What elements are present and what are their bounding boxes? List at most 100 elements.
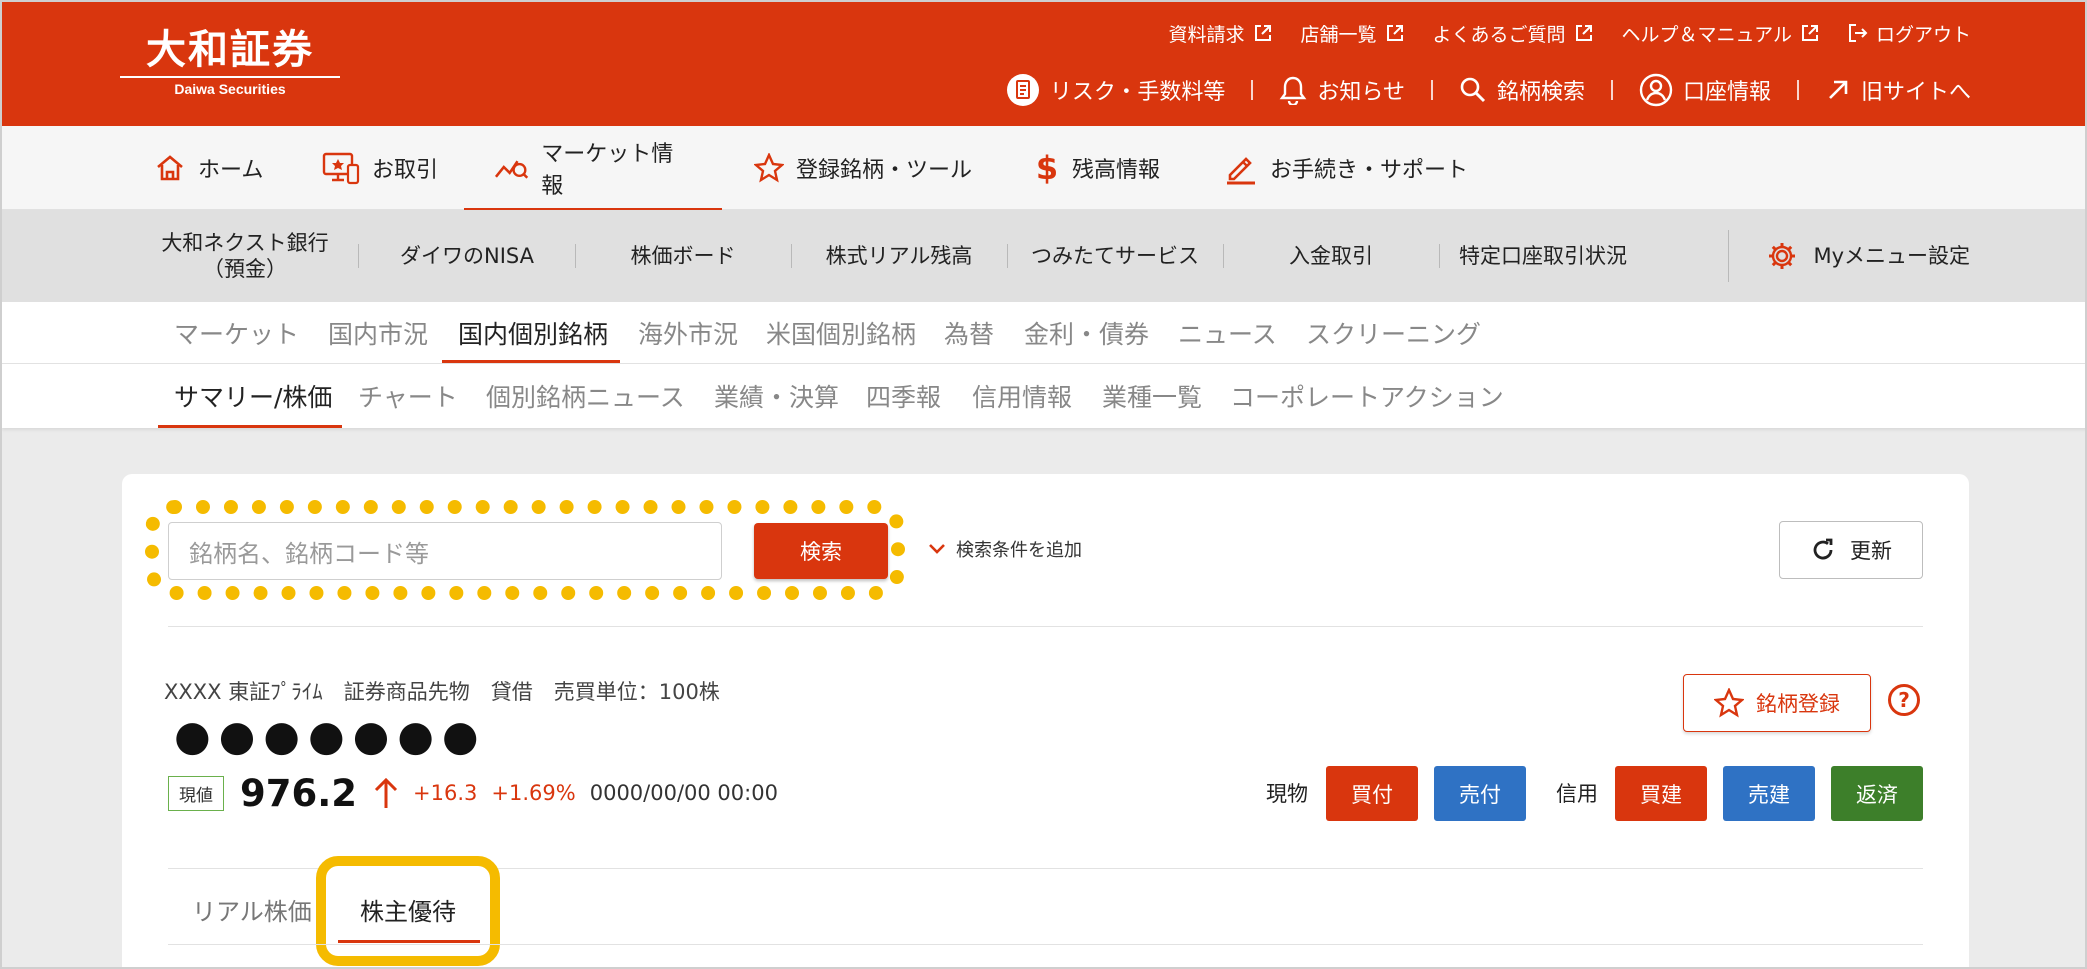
qmenu-daiwa-nisa[interactable]: ダイワのNISA (360, 210, 574, 302)
tab-label: 海外市況 (638, 319, 739, 349)
cash-sell-button[interactable]: 売付 (1434, 766, 1526, 821)
my-menu-settings[interactable]: Myメニュー設定 (1758, 210, 1970, 302)
active-tab-underline (158, 425, 342, 428)
link-old-site[interactable]: 旧サイトへ (1825, 74, 1971, 106)
star-icon (1714, 688, 1744, 718)
tab-shikiho[interactable]: 四季報 (866, 364, 941, 428)
tab-label: チャート (358, 383, 458, 412)
qmenu-stock-board[interactable]: 株価ボード (576, 210, 790, 302)
tab-label: リアル株価 (192, 897, 312, 926)
tab-label: 業績・決算 (714, 383, 840, 412)
tab-rates-bonds[interactable]: 金利・債券 (1024, 302, 1149, 363)
tab-label: 株主優待 (360, 897, 456, 926)
tab-label: コーポレートアクション (1230, 383, 1504, 412)
repay-button[interactable]: 返済 (1831, 766, 1923, 821)
qmenu-specified-account-status[interactable]: 特定口座取引状況 (1440, 210, 1646, 302)
link-label: 資料請求 (1168, 23, 1245, 46)
bell-icon (1279, 76, 1307, 105)
tab-market[interactable]: マーケット (174, 302, 299, 363)
refresh-button[interactable]: 更新 (1779, 521, 1923, 579)
tab-domestic-stocks[interactable]: 国内個別銘柄 (458, 302, 608, 363)
margin-trade-label: 信用 (1556, 782, 1598, 806)
qmenu-deposit-trade[interactable]: 入金取引 (1224, 210, 1438, 302)
nav-registered-tools[interactable]: 登録銘柄・ツール (754, 126, 972, 210)
tab-us-stocks[interactable]: 米国個別銘柄 (766, 302, 916, 363)
star-icon (754, 153, 784, 183)
link-stock-search[interactable]: 銘柄検索 (1459, 74, 1585, 106)
qmenu-label: つみたてサービス (1031, 244, 1199, 268)
active-tab-underline (338, 940, 480, 943)
link-document-request[interactable]: 資料請求 (1169, 20, 1273, 47)
help-icon[interactable]: ? (1888, 684, 1920, 716)
tab-summary-price[interactable]: サマリー/株価 (174, 364, 332, 428)
link-faq[interactable]: よくあるご質問 (1433, 20, 1594, 47)
nav-label: お取引 (372, 158, 439, 183)
nav-home[interactable]: ホーム (154, 126, 263, 210)
register-stock-button[interactable]: 銘柄登録 (1683, 674, 1871, 732)
tab-domestic-market[interactable]: 国内市況 (328, 302, 428, 363)
pencil-icon (1227, 157, 1255, 185)
tab-industry-list[interactable]: 業種一覧 (1102, 364, 1202, 428)
external-link-icon (1386, 25, 1403, 41)
active-tab-underline (442, 360, 620, 363)
tab-shareholder-benefits[interactable]: 株主優待 (360, 878, 456, 940)
nav-market-info[interactable]: マーケット情報 (464, 126, 722, 211)
tab-label: 個別銘柄ニュース (486, 383, 685, 412)
margin-buy-button[interactable]: 買建 (1615, 766, 1707, 821)
link-label: 店舗一覧 (1300, 23, 1377, 46)
qmenu-label: ダイワのNISA (400, 244, 534, 268)
search-button[interactable]: 検索 (754, 523, 888, 579)
nav-balance[interactable]: $ 残高情報 (1034, 126, 1160, 210)
nav-label: ホーム (198, 158, 264, 183)
link-label: ログアウト (1875, 23, 1971, 46)
qmenu-daiwa-next-bank[interactable]: 大和ネクスト銀行 （預金） (142, 210, 348, 302)
link-account-info[interactable]: 口座情報 (1639, 73, 1771, 107)
link-help-manual[interactable]: ヘルプ＆マニュアル (1622, 20, 1820, 47)
tab-overseas-market[interactable]: 海外市況 (638, 302, 738, 363)
link-label: よくあるご質問 (1432, 23, 1566, 46)
cash-buy-button[interactable]: 買付 (1326, 766, 1418, 821)
daiwa-logo[interactable]: 大和証券 Daiwa Securities (120, 26, 340, 100)
tab-credit-info[interactable]: 信用情報 (972, 364, 1072, 428)
tab-label: サマリー/株価 (174, 383, 333, 412)
qmenu-label: 株価ボード (630, 244, 736, 268)
qmenu-stock-realtime-balance[interactable]: 株式リアル残高 (792, 210, 1006, 302)
tab-chart[interactable]: チャート (358, 364, 458, 428)
tab-screening[interactable]: スクリーニング (1306, 302, 1481, 363)
margin-sell-button[interactable]: 売建 (1723, 766, 1815, 821)
qmenu-label: 入金取引 (1289, 244, 1373, 268)
logo-rule (120, 76, 340, 78)
tab-label: ニュース (1178, 319, 1277, 349)
tab-forex[interactable]: 為替 (944, 302, 994, 363)
add-search-condition[interactable]: 検索条件を追加 (928, 534, 1082, 564)
current-price-badge: 現値 (168, 775, 224, 811)
refresh-icon (1813, 538, 1833, 560)
link-label: ヘルプ＆マニュアル (1621, 23, 1792, 46)
site-header: 大和証券 Daiwa Securities 資料請求 店舗一覧 よくあるご質問 … (2, 2, 2085, 126)
tab-corporate-action[interactable]: コーポレートアクション (1230, 364, 1504, 428)
price-timestamp: 0000/00/00 00:00 (589, 781, 778, 805)
link-label: 旧サイトへ (1860, 80, 1971, 105)
global-nav: ホーム お取引 マーケット情報 登録銘柄・ツール $ 残高情報 お手続き・サポー… (2, 126, 2085, 211)
qmenu-tsumitate-service[interactable]: つみたてサービス (1008, 210, 1222, 302)
nav-trade[interactable]: お取引 (322, 126, 438, 210)
price-change: +16.3 (413, 781, 478, 805)
tab-earnings[interactable]: 業績・決算 (714, 364, 839, 428)
logout-link[interactable]: ログアウト (1848, 20, 1971, 47)
link-store-list[interactable]: 店舗一覧 (1301, 20, 1405, 47)
link-risk-fees[interactable]: リスク・手数料等 (1006, 73, 1225, 107)
tab-realtime-price[interactable]: リアル株価 (192, 878, 312, 940)
tab-label: 米国個別銘柄 (766, 319, 917, 349)
stock-name: ●●●●●●● (174, 711, 487, 760)
add-condition-label: 検索条件を追加 (956, 540, 1082, 561)
nav-label: マーケット情報 (541, 142, 674, 199)
nav-procedures-support[interactable]: お手続き・サポート (1224, 126, 1468, 210)
browser-frame: 大和証券 Daiwa Securities 資料請求 店舗一覧 よくあるご質問 … (0, 0, 2087, 969)
tab-news[interactable]: ニュース (1178, 302, 1277, 363)
tab-stock-news[interactable]: 個別銘柄ニュース (486, 364, 685, 428)
logo-japanese: 大和証券 (146, 26, 314, 73)
link-notifications[interactable]: お知らせ (1279, 74, 1405, 106)
logout-icon (1848, 24, 1868, 42)
stock-search-input[interactable]: 銘柄名、銘柄コード等 (168, 522, 722, 580)
tab-label: 信用情報 (972, 383, 1073, 412)
